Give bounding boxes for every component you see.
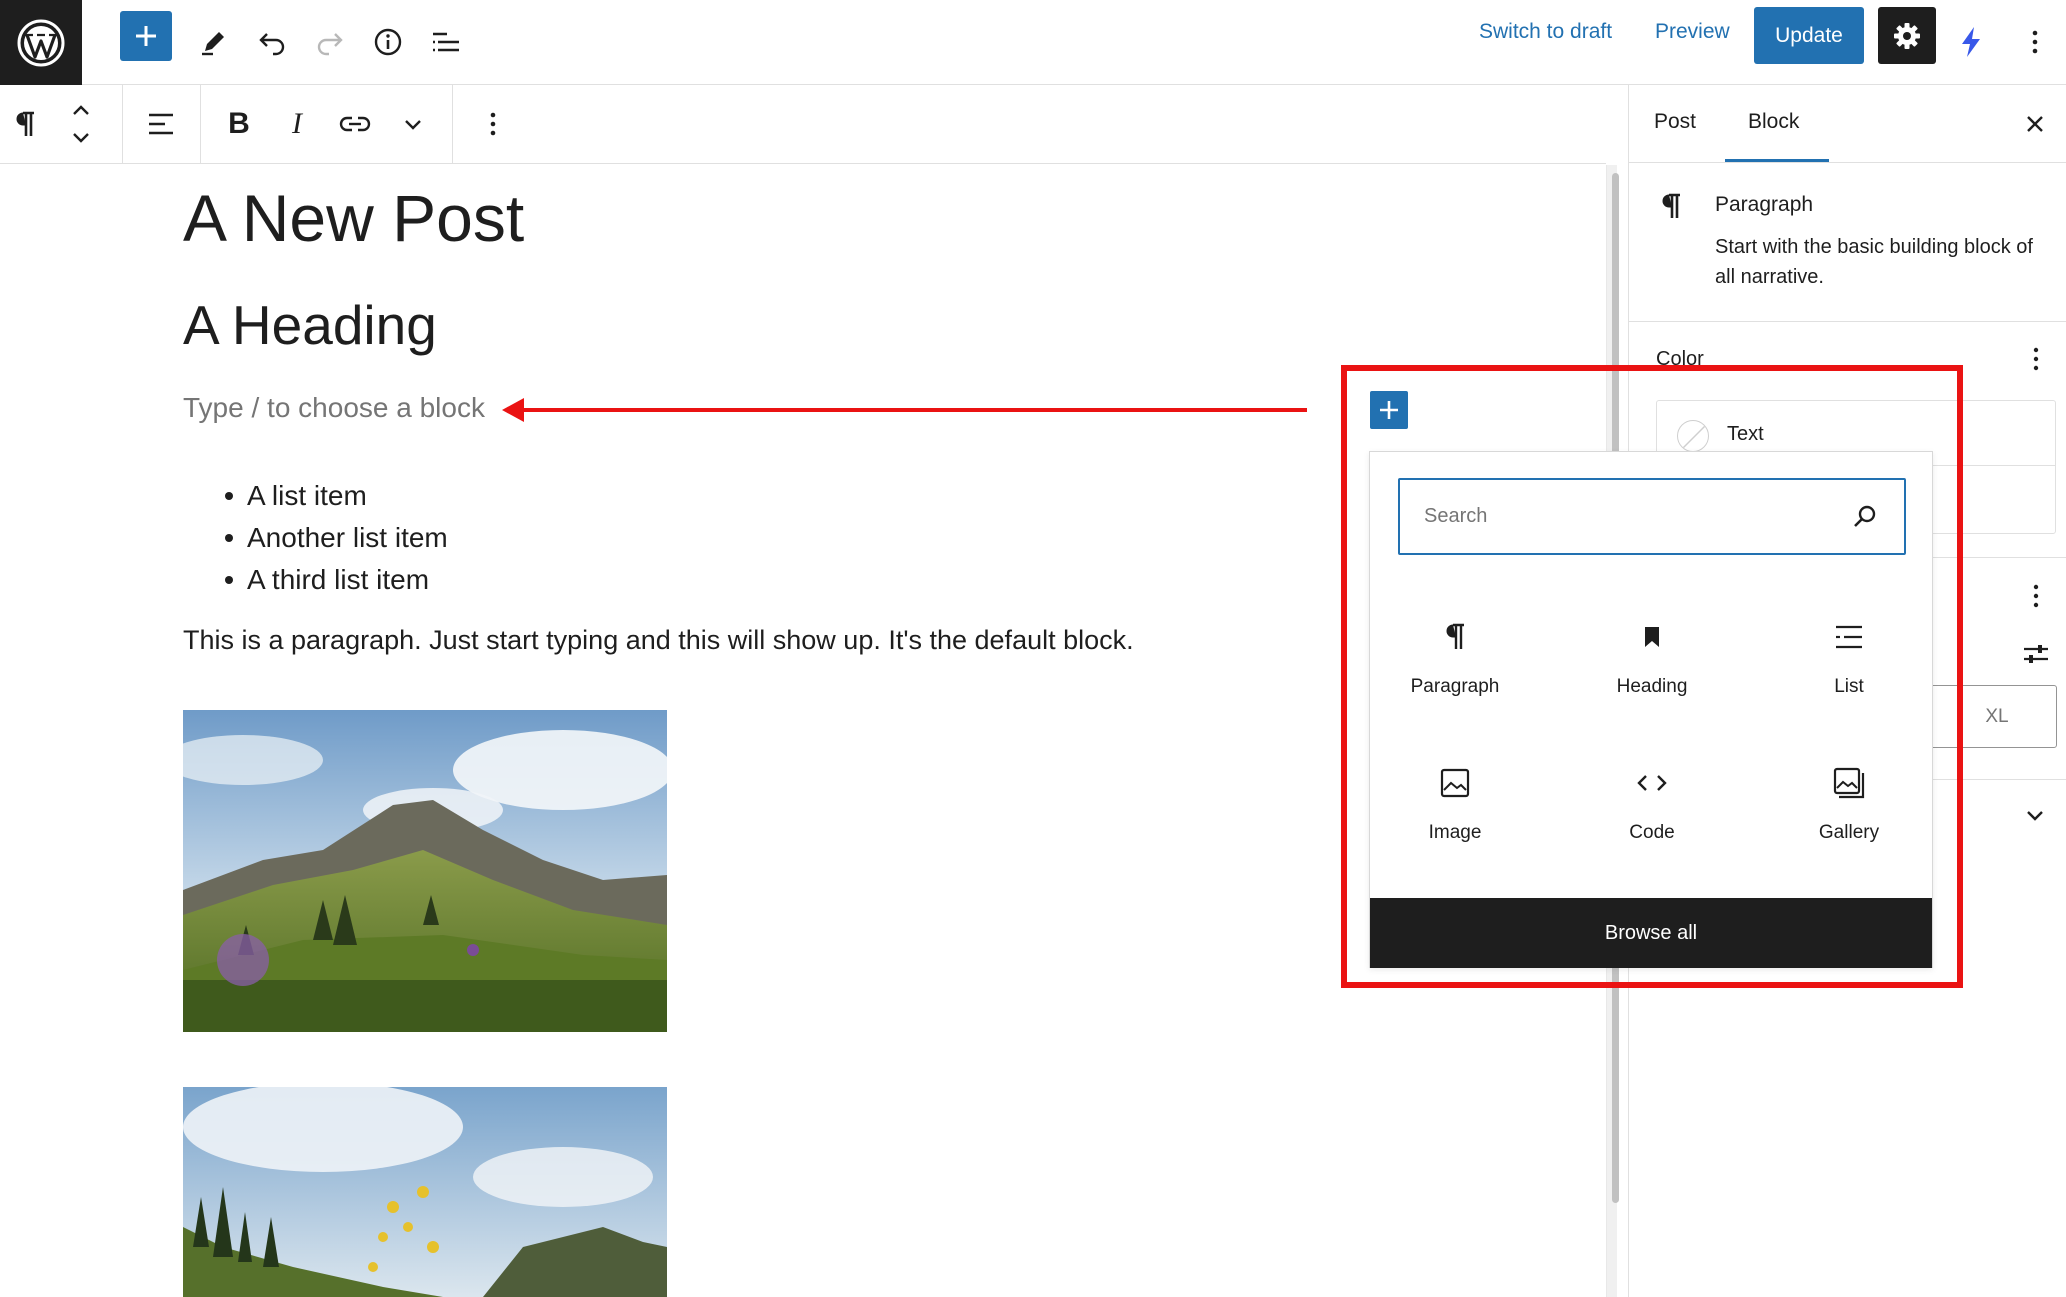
advanced-panel-toggle[interactable] <box>2023 803 2047 827</box>
list-view-button[interactable] <box>417 13 475 71</box>
block-card-description: Start with the basic building block of a… <box>1715 236 2033 288</box>
align-icon <box>149 113 173 135</box>
block-toolbar: B I <box>0 85 1606 164</box>
options-button[interactable] <box>2006 13 2064 71</box>
image-block[interactable] <box>183 1087 667 1297</box>
move-up-down-icon <box>73 105 89 143</box>
details-button[interactable] <box>359 13 417 71</box>
custom-size-button[interactable] <box>2021 639 2051 669</box>
list-item[interactable]: A list item <box>225 475 448 517</box>
paragraph-icon <box>16 111 34 136</box>
color-options-button[interactable] <box>2021 339 2051 379</box>
list-item[interactable]: Another list item <box>225 517 448 559</box>
heading-block[interactable]: A Heading <box>183 293 437 357</box>
redo-icon <box>317 33 343 56</box>
block-inserter-button[interactable] <box>120 11 172 61</box>
gear-icon <box>1894 22 1920 49</box>
sidebar-tab-divider <box>1629 162 2066 163</box>
tools-button[interactable] <box>185 13 243 71</box>
update-button[interactable]: Update <box>1754 7 1864 64</box>
link-button[interactable] <box>330 99 380 149</box>
jetpack-button[interactable] <box>1942 13 2000 71</box>
alpine-flowers-image <box>183 1087 667 1297</box>
sidebar-section-divider <box>1629 321 2066 322</box>
pencil-icon <box>202 32 224 56</box>
italic-button[interactable]: I <box>272 99 322 149</box>
undo-icon <box>259 33 285 56</box>
typography-options-button[interactable] <box>2021 576 2051 616</box>
lightning-icon <box>1962 27 1980 57</box>
annotation-arrow <box>502 398 1307 422</box>
post-title[interactable]: A New Post <box>183 180 524 256</box>
chevron-down-icon <box>405 120 421 130</box>
mountain-landscape-image <box>183 710 667 1032</box>
block-type-button[interactable] <box>0 99 50 149</box>
paragraph-block[interactable]: This is a paragraph. Just start typing a… <box>183 625 1134 656</box>
image-block[interactable] <box>183 710 667 1032</box>
switch-to-draft-button[interactable]: Switch to draft <box>1479 20 1612 44</box>
link-icon <box>339 116 371 132</box>
wordpress-icon <box>17 19 65 66</box>
list-item[interactable]: A third list item <box>225 559 448 601</box>
tab-block[interactable]: Block <box>1748 110 1799 134</box>
chevron-down-icon <box>2027 811 2043 821</box>
sliders-icon <box>2024 645 2048 663</box>
paragraph-icon <box>1662 193 1680 218</box>
close-icon <box>2027 116 2043 132</box>
move-block-buttons[interactable] <box>56 99 106 149</box>
tab-post[interactable]: Post <box>1654 110 1696 134</box>
editor-top-bar: Switch to draft Preview Update <box>0 0 2066 85</box>
settings-button[interactable] <box>1878 7 1936 64</box>
plus-icon <box>136 26 156 46</box>
undo-button[interactable] <box>243 13 301 71</box>
more-vertical-icon <box>2032 30 2038 54</box>
highlight-rectangle <box>1341 365 1963 988</box>
more-vertical-icon <box>490 112 496 136</box>
preview-button[interactable]: Preview <box>1655 20 1730 44</box>
empty-paragraph-placeholder[interactable]: Type / to choose a block <box>183 392 485 424</box>
bold-button[interactable]: B <box>214 99 264 149</box>
redo-button[interactable] <box>301 13 359 71</box>
more-formatting-button[interactable] <box>388 99 438 149</box>
wordpress-logo[interactable] <box>0 0 82 85</box>
align-button[interactable] <box>136 99 186 149</box>
block-card-title: Paragraph <box>1715 193 1814 216</box>
info-icon <box>374 28 402 56</box>
close-sidebar-button[interactable] <box>2015 104 2055 144</box>
list-view-icon <box>433 32 459 52</box>
toolbar-divider <box>200 85 201 164</box>
toolbar-divider <box>452 85 453 164</box>
list-block[interactable]: A list item Another list item A third li… <box>225 475 448 601</box>
more-vertical-icon <box>2033 347 2039 371</box>
block-card-icon <box>1658 191 1684 221</box>
more-vertical-icon <box>2033 584 2039 608</box>
block-options-button[interactable] <box>468 99 518 149</box>
toolbar-divider <box>122 85 123 164</box>
